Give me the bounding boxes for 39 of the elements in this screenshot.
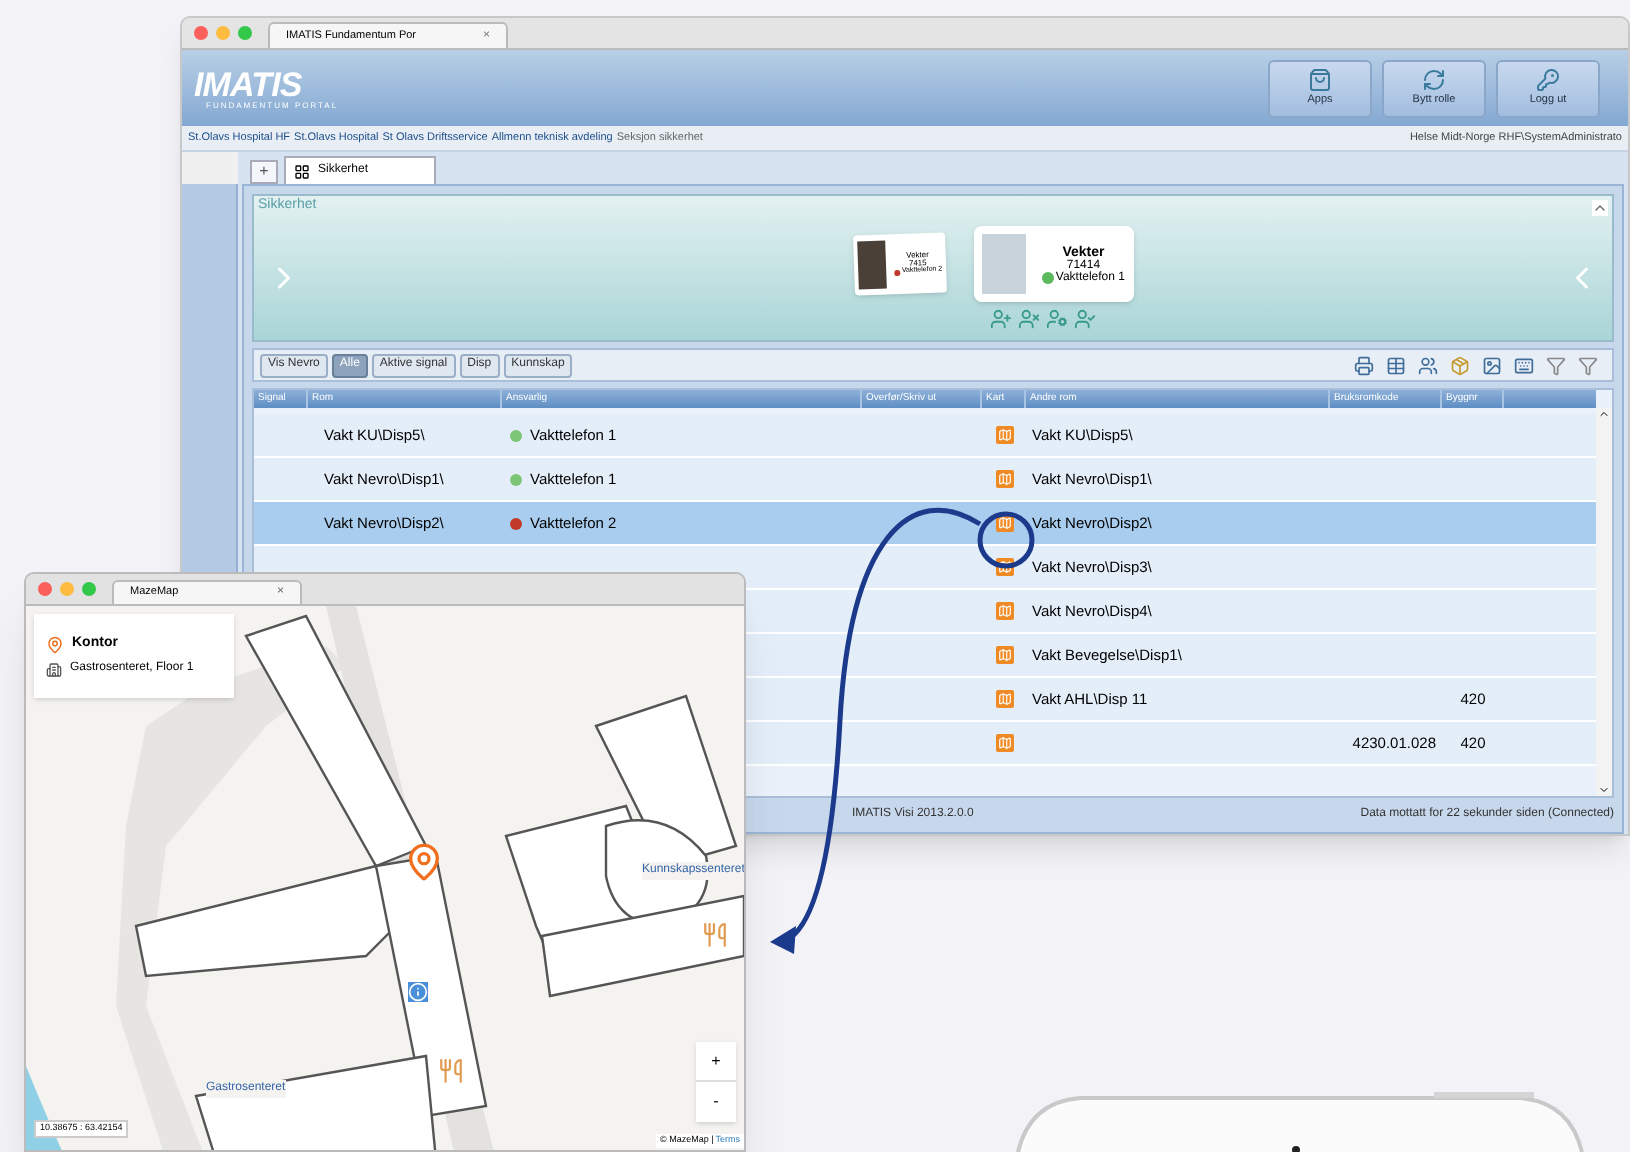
person-check-icon[interactable]	[1074, 308, 1096, 331]
scroll-down-icon[interactable]	[1598, 784, 1610, 796]
remove-person-icon[interactable]	[1018, 308, 1040, 331]
pin-icon	[404, 842, 444, 882]
key-icon	[1536, 67, 1560, 92]
close-light-icon[interactable]	[194, 26, 208, 40]
logo: IMATIS	[194, 67, 302, 101]
filter-icon[interactable]	[1546, 355, 1566, 375]
people-icon[interactable]	[1418, 355, 1438, 375]
filter-icon[interactable]	[1578, 355, 1598, 375]
add-person-icon[interactable]	[990, 308, 1012, 331]
zoom-out-button[interactable]: -	[696, 1082, 736, 1122]
table-icon[interactable]	[1386, 355, 1406, 375]
scroll-up-icon[interactable]	[1598, 408, 1610, 420]
close-light-icon[interactable]	[38, 582, 52, 596]
photo-placeholder	[856, 241, 886, 290]
minimize-light-icon[interactable]	[60, 582, 74, 596]
print-icon[interactable]	[1354, 355, 1374, 375]
pin-icon	[46, 635, 64, 653]
highlight-circle	[977, 511, 1035, 569]
maximize-light-icon[interactable]	[82, 582, 96, 596]
package-icon[interactable]	[1450, 355, 1470, 375]
fork-knife-icon	[438, 1058, 464, 1084]
info-icon	[408, 982, 428, 1002]
building-icon	[46, 661, 62, 678]
maximize-light-icon[interactable]	[238, 26, 252, 40]
scrollbar[interactable]	[1596, 408, 1612, 796]
arrows-icon	[1422, 67, 1446, 92]
add-tab-button[interactable]: +	[250, 160, 278, 184]
keyboard-icon[interactable]	[1514, 355, 1534, 375]
grid-icon	[294, 163, 310, 179]
bag-icon	[1308, 67, 1332, 92]
collapse-icon[interactable]	[1592, 200, 1608, 216]
fork-knife-icon	[702, 922, 728, 948]
minimize-light-icon[interactable]	[216, 26, 230, 40]
photo-placeholder	[981, 234, 1026, 295]
zoom-in-button[interactable]: +	[696, 1042, 736, 1082]
person-settings-icon[interactable]	[1046, 308, 1068, 331]
image-icon[interactable]	[1482, 355, 1502, 375]
